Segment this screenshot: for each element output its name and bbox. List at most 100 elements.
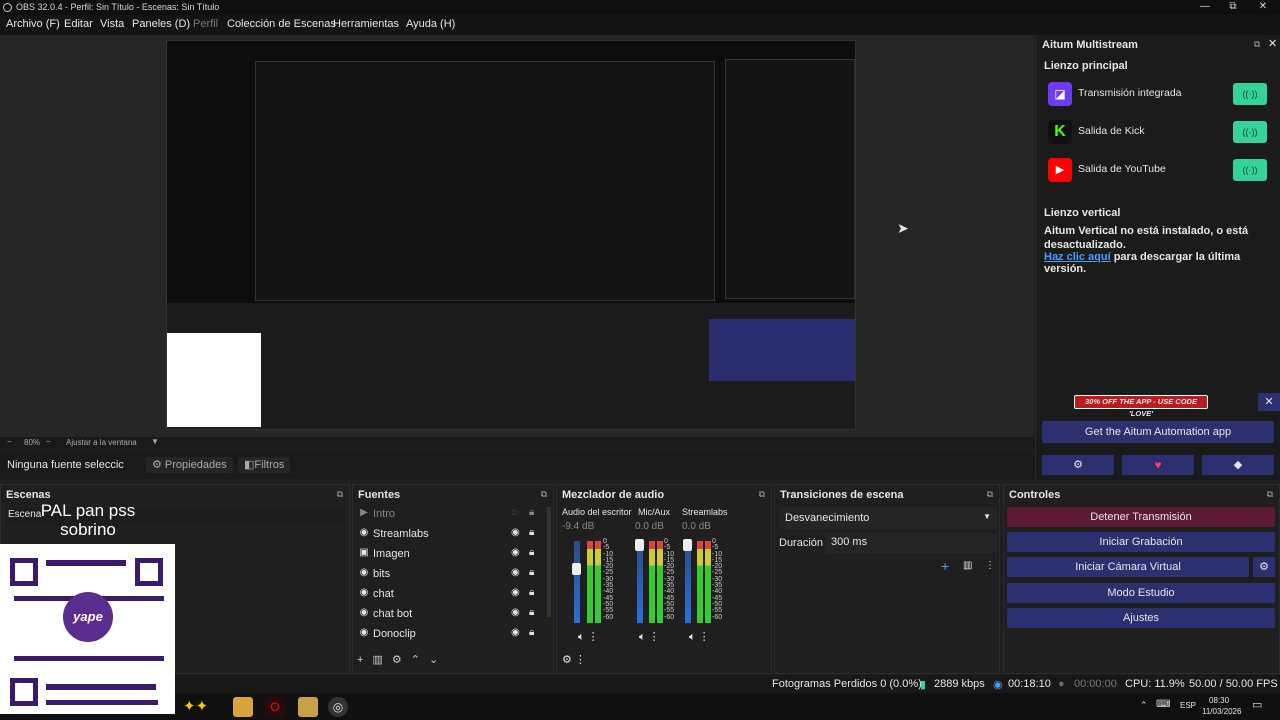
- close-promo-icon[interactable]: ✕: [1258, 393, 1280, 411]
- eye-icon[interactable]: ◉: [511, 527, 520, 538]
- promo-banner[interactable]: 30% OFF THE APP - USE CODE 'LOVE': [1074, 395, 1208, 418]
- lock-icon[interactable]: 🔒︎: [529, 547, 534, 558]
- float-icon[interactable]: ⧉: [1254, 39, 1260, 50]
- preview-canvas[interactable]: [166, 40, 856, 430]
- source-item[interactable]: ◉ chat ◉ 🔒︎: [357, 585, 547, 605]
- speaker-icon[interactable]: 🔈︎ ⋮: [578, 630, 599, 644]
- properties-button[interactable]: ⚙ Propiedades: [146, 457, 233, 473]
- automation-app-button[interactable]: Get the Aitum Automation app: [1042, 421, 1274, 443]
- volume-handle[interactable]: [683, 539, 692, 551]
- down-icon[interactable]: ⌄: [429, 654, 447, 666]
- more-icon[interactable]: ⋮: [985, 560, 995, 571]
- output-name: Salida de YouTube: [1078, 163, 1166, 175]
- float-icon[interactable]: ⧉: [759, 489, 765, 500]
- eye-hidden-icon[interactable]: ◌: [511, 507, 517, 518]
- source-item[interactable]: ▶ Intro ◌ 🔒︎: [357, 505, 547, 525]
- heart-icon[interactable]: ♥: [1122, 455, 1194, 475]
- menu-file[interactable]: Archivo (F): [6, 18, 60, 30]
- up-icon[interactable]: ⌃: [411, 654, 429, 666]
- sources-title: Fuentes: [358, 489, 401, 501]
- obs-taskbar-icon[interactable]: ◎: [328, 697, 348, 717]
- file-explorer-icon[interactable]: [233, 697, 253, 717]
- download-link[interactable]: Haz clic aquí: [1044, 251, 1111, 263]
- scrollbar[interactable]: [547, 507, 551, 617]
- lock-icon[interactable]: 🔒︎: [529, 527, 534, 538]
- eye-icon[interactable]: ◉: [511, 587, 520, 598]
- filters-button[interactable]: ◧Filtros: [238, 457, 291, 473]
- volume-slider[interactable]: [637, 541, 643, 623]
- close-icon[interactable]: ✕: [1268, 37, 1277, 50]
- notification-icon[interactable]: ▭: [1252, 698, 1262, 711]
- start-virtual-cam-button[interactable]: Iniciar Cámara Virtual: [1007, 557, 1249, 577]
- source-item[interactable]: ◉ Donoclip ◉ 🔒︎: [357, 625, 547, 645]
- trash-icon[interactable]: ▥: [963, 560, 972, 571]
- discord-icon[interactable]: ◆: [1202, 455, 1274, 475]
- controls-title: Controles: [1009, 489, 1061, 501]
- sparkle-icon[interactable]: ✦✦: [183, 697, 208, 717]
- eye-icon[interactable]: ◉: [511, 607, 520, 618]
- app-icon[interactable]: [298, 697, 318, 717]
- duration-input[interactable]: 300 ms: [825, 533, 997, 553]
- add-icon[interactable]: +: [357, 654, 372, 666]
- sources-toolbar[interactable]: +▥⚙⌃⌄: [357, 653, 447, 666]
- speaker-icon[interactable]: 🔈︎ ⋮: [689, 630, 710, 644]
- channel-name: Audio del escritor: [562, 507, 632, 517]
- close-button[interactable]: ✕: [1248, 0, 1278, 15]
- stream-toggle-button[interactable]: ((·)): [1233, 83, 1267, 105]
- stream-toggle-button[interactable]: ((·)): [1233, 121, 1267, 143]
- gear-icon[interactable]: ⚙: [1253, 557, 1275, 577]
- menu-profile[interactable]: Perfil: [193, 18, 218, 30]
- menu-docks[interactable]: Paneles (D): [132, 18, 190, 30]
- stop-stream-button[interactable]: Detener Transmisión: [1007, 507, 1275, 527]
- lock-icon[interactable]: 🔒︎: [529, 627, 534, 638]
- minimize-button[interactable]: —: [1190, 0, 1220, 15]
- float-icon[interactable]: ⧉: [987, 489, 993, 500]
- nested-preview: [255, 61, 715, 301]
- settings-icon[interactable]: ⚙: [1042, 455, 1114, 475]
- maximize-button[interactable]: ⧉: [1218, 0, 1248, 15]
- add-icon[interactable]: +: [941, 558, 949, 574]
- multistream-panel: Aitum Multistream ⧉ ✕ Lienzo principal ◪…: [1035, 35, 1280, 480]
- source-item[interactable]: ◉ bits ◉ 🔒︎: [357, 565, 547, 585]
- lock-icon[interactable]: 🔒︎: [529, 607, 534, 618]
- float-icon[interactable]: ⧉: [337, 489, 343, 500]
- output-row-kick: K Salida de Kick ((·)): [1044, 117, 1274, 147]
- settings-button[interactable]: Ajustes: [1007, 608, 1275, 628]
- zoom-in-button[interactable]: −: [46, 437, 51, 446]
- zoom-out-button[interactable]: −: [7, 437, 12, 446]
- language-indicator[interactable]: ESP: [1180, 701, 1196, 710]
- menu-view[interactable]: Vista: [100, 18, 124, 30]
- float-icon[interactable]: ⧉: [541, 489, 547, 500]
- lock-icon[interactable]: 🔒︎: [529, 587, 534, 598]
- source-item[interactable]: ◉ Streamlabs ◉ 🔒︎: [357, 525, 547, 545]
- zoom-fit-select[interactable]: Ajustar a la ventana: [66, 438, 137, 447]
- start-recording-button[interactable]: Iniciar Grabación: [1007, 532, 1275, 552]
- speaker-icon[interactable]: 🔈︎ ⋮: [639, 630, 660, 644]
- studio-mode-button[interactable]: Modo Estudio: [1007, 583, 1275, 603]
- lock-icon[interactable]: 🔒︎: [529, 507, 534, 518]
- gear-icon[interactable]: ⚙: [392, 654, 411, 666]
- transition-select[interactable]: Desvanecimiento ▼: [779, 507, 997, 529]
- volume-handle[interactable]: [635, 539, 644, 551]
- keyboard-icon[interactable]: ⌨: [1156, 699, 1170, 710]
- lock-icon[interactable]: 🔒︎: [529, 567, 534, 578]
- mixer-settings-icon[interactable]: ⚙ ⋮: [562, 653, 586, 666]
- trash-icon[interactable]: ▥: [372, 654, 391, 666]
- volume-handle[interactable]: [572, 563, 581, 575]
- menu-scene-collection[interactable]: Colección de Escenas: [227, 18, 336, 30]
- chevron-down-icon[interactable]: ▼: [151, 437, 159, 446]
- opera-icon[interactable]: O: [265, 697, 285, 717]
- eye-icon[interactable]: ◉: [511, 567, 520, 578]
- menu-tools[interactable]: Herramientas: [333, 18, 399, 30]
- volume-slider[interactable]: [685, 541, 691, 623]
- volume-slider[interactable]: [574, 541, 580, 623]
- source-item[interactable]: ▣ Imagen ◉ 🔒︎: [357, 545, 547, 565]
- float-icon[interactable]: ⧉: [1267, 489, 1273, 500]
- tray-chevron-icon[interactable]: ⌃: [1140, 700, 1148, 711]
- stream-toggle-button[interactable]: ((·)): [1233, 159, 1267, 181]
- eye-icon[interactable]: ◉: [511, 627, 520, 638]
- menu-edit[interactable]: Editar: [64, 18, 93, 30]
- menu-help[interactable]: Ayuda (H): [406, 18, 455, 30]
- eye-icon[interactable]: ◉: [511, 547, 520, 558]
- source-item[interactable]: ◉ chat bot ◉ 🔒︎: [357, 605, 547, 625]
